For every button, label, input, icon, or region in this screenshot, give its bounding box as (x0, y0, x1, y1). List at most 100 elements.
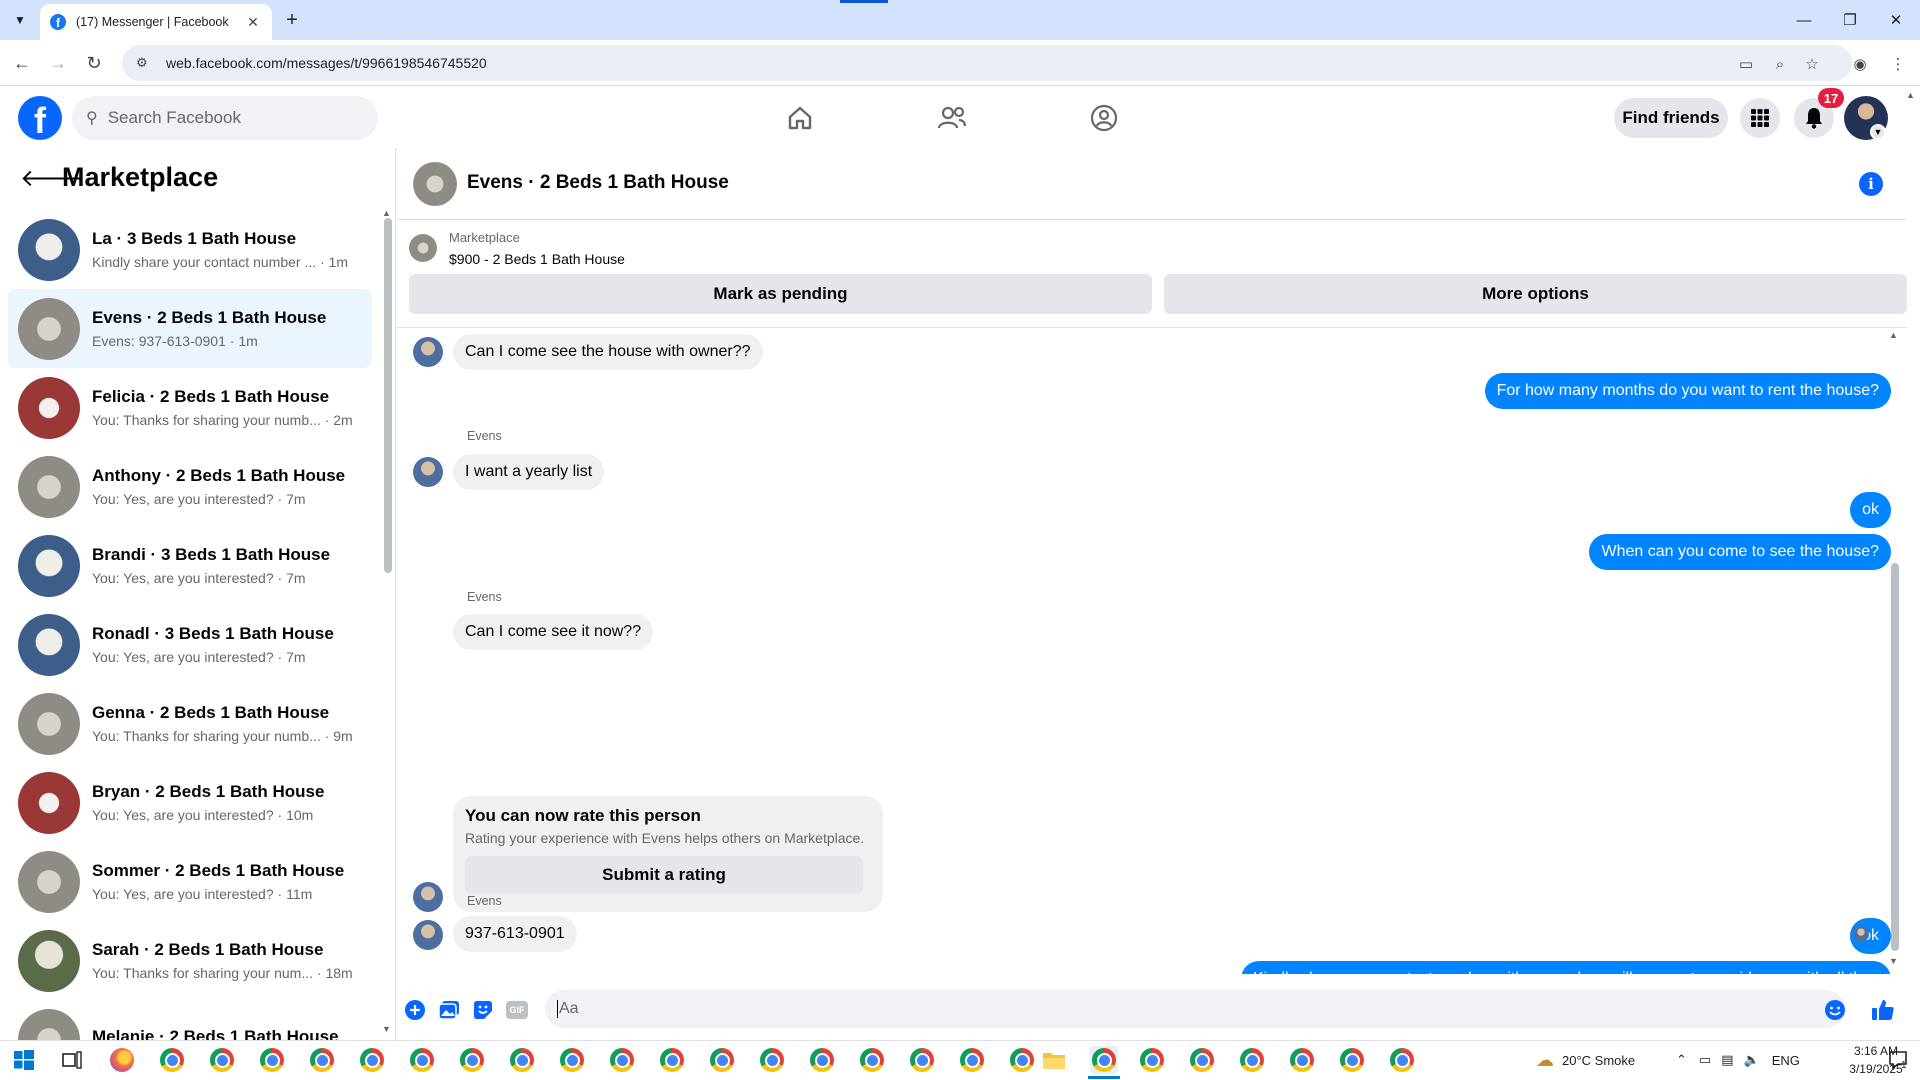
mark-as-pending-button[interactable]: Mark as pending (409, 274, 1152, 314)
chat-scroll-up-icon[interactable]: ▲ (1889, 330, 1898, 340)
search-input[interactable]: ⚲ Search Facebook (72, 96, 378, 140)
reload-icon[interactable]: ↻ (82, 51, 106, 75)
chrome-active-icon[interactable] (1090, 1046, 1118, 1074)
sidebar-scroll-down-icon[interactable]: ▼ (382, 1024, 391, 1034)
profile-icon[interactable]: ◉ (1848, 52, 1872, 76)
thumbs-up-icon[interactable] (1871, 998, 1895, 1022)
action-center-icon[interactable]: 1 (1884, 1046, 1912, 1074)
bookmark-star-icon[interactable]: ☆ (1800, 52, 1824, 76)
tray-overflow-chevron-icon[interactable]: ⌃ (1676, 1052, 1687, 1068)
conversation-item[interactable]: Sarah · 2 Beds 1 Bath House You: Thanks f… (8, 921, 372, 1000)
chrome-icon[interactable] (1188, 1046, 1216, 1074)
chrome-icon[interactable] (958, 1046, 986, 1074)
photo-icon[interactable] (437, 998, 461, 1022)
weather-widget[interactable]: ☁ 20°C Smoke (1536, 1040, 1635, 1080)
chrome-icon[interactable] (558, 1046, 586, 1074)
seen-receipt-avatar (1853, 926, 1869, 942)
zoom-icon[interactable]: ⌕ (1768, 52, 1792, 76)
chat-scroll-down-icon[interactable]: ▼ (1889, 956, 1898, 966)
friends-icon[interactable] (934, 100, 970, 136)
firefox-icon[interactable] (108, 1046, 136, 1074)
chrome-icon[interactable] (458, 1046, 486, 1074)
submit-rating-button[interactable]: Submit a rating (465, 856, 863, 894)
add-plus-icon[interactable] (403, 998, 427, 1022)
back-arrow-icon[interactable]: 🡐 (20, 163, 84, 193)
windows-start-icon[interactable] (10, 1046, 38, 1074)
chrome-icon[interactable] (1388, 1046, 1416, 1074)
conversation-item[interactable]: La · 3 Beds 1 Bath House Kindly share you… (8, 210, 372, 289)
message-input[interactable]: Aa (545, 990, 1845, 1028)
chrome-icon[interactable] (508, 1046, 536, 1074)
volume-icon[interactable]: 🔈 (1744, 1052, 1760, 1068)
gif-icon[interactable]: GIF (505, 998, 529, 1022)
chat-listing-thumbnail[interactable] (413, 162, 457, 206)
menu-grid-icon[interactable] (1740, 98, 1780, 138)
new-tab-button[interactable]: + (280, 8, 304, 32)
chrome-icon[interactable] (1338, 1046, 1366, 1074)
close-window-icon[interactable]: ✕ (1884, 8, 1908, 32)
sticker-icon[interactable] (471, 998, 495, 1022)
conversation-item[interactable]: Anthony · 2 Beds 1 Bath House You: Yes, a… (8, 447, 372, 526)
site-info-icon[interactable]: ⚙ (136, 55, 156, 71)
file-explorer-icon[interactable] (1040, 1046, 1068, 1074)
chrome-icon[interactable] (258, 1046, 286, 1074)
more-options-button[interactable]: More options (1164, 274, 1907, 314)
tab-close-icon[interactable]: ✕ (244, 14, 262, 31)
browser-tab-messenger[interactable]: f (17) Messenger | Facebook ✕ (40, 4, 272, 40)
emoji-icon[interactable] (1823, 998, 1847, 1022)
sidebar-scrollbar[interactable] (384, 218, 392, 573)
conversation-item[interactable]: Ronadl · 3 Beds 1 Bath House You: Yes, ar… (8, 605, 372, 684)
conversation-item[interactable]: Felicia · 2 Beds 1 Bath House You: Thanks… (8, 368, 372, 447)
network-icon[interactable]: ▤ (1721, 1052, 1733, 1068)
forward-icon[interactable]: → (46, 51, 70, 75)
chrome-icon[interactable] (858, 1046, 886, 1074)
groups-icon[interactable] (1086, 100, 1122, 136)
conversation-item-active[interactable]: Evens · 2 Beds 1 Bath House Evens: 937-61… (8, 289, 372, 368)
tab-search-chevron-icon[interactable]: ▼ (8, 8, 32, 32)
home-icon[interactable] (782, 100, 818, 136)
language-indicator[interactable]: ENG (1772, 1053, 1800, 1068)
sender-avatar[interactable] (413, 882, 443, 912)
facebook-logo-icon[interactable]: f (18, 96, 62, 140)
sidebar-scroll-up-icon[interactable]: ▲ (382, 208, 391, 218)
maximize-icon[interactable]: ❐ (1838, 8, 1862, 32)
chrome-icon[interactable] (1238, 1046, 1266, 1074)
chat-title[interactable]: Evens · 2 Beds 1 Bath House (467, 172, 729, 194)
sender-avatar[interactable] (413, 337, 443, 367)
chrome-icon[interactable] (658, 1046, 686, 1074)
chrome-icon[interactable] (308, 1046, 336, 1074)
conversation-item[interactable]: Melanie · 2 Beds 1 Bath House (8, 1000, 372, 1040)
chrome-icon[interactable] (1008, 1046, 1036, 1074)
chrome-icon[interactable] (358, 1046, 386, 1074)
address-bar[interactable]: ⚙ web.facebook.com/messages/t/9966198546… (122, 45, 1852, 81)
info-icon[interactable]: i (1859, 172, 1883, 196)
page-scroll-up-arrow-icon[interactable]: ▲ (1906, 90, 1915, 100)
task-view-icon[interactable] (58, 1046, 86, 1074)
chrome-icon[interactable] (608, 1046, 636, 1074)
sender-avatar[interactable] (413, 457, 443, 487)
conversation-item[interactable]: Bryan · 2 Beds 1 Bath House You: Yes, are… (8, 763, 372, 842)
account-chevron-down-icon[interactable]: ▼ (1870, 124, 1886, 140)
chrome-icon[interactable] (408, 1046, 436, 1074)
find-friends-button[interactable]: Find friends (1614, 98, 1728, 138)
chrome-icon[interactable] (208, 1046, 236, 1074)
chrome-icon[interactable] (708, 1046, 736, 1074)
meet-now-icon[interactable]: ▭ (1699, 1052, 1711, 1068)
sender-avatar[interactable] (413, 920, 443, 950)
chrome-icon[interactable] (1288, 1046, 1316, 1074)
minimize-icon[interactable]: — (1792, 8, 1816, 32)
browser-menu-icon[interactable]: ⋮ (1886, 52, 1910, 76)
install-app-icon[interactable]: ▭ (1734, 52, 1758, 76)
chrome-icon[interactable] (908, 1046, 936, 1074)
conversation-item[interactable]: Genna · 2 Beds 1 Bath House You: Thanks f… (8, 684, 372, 763)
chrome-icon[interactable] (758, 1046, 786, 1074)
chrome-icon[interactable] (158, 1046, 186, 1074)
url-text[interactable]: web.facebook.com/messages/t/996619854674… (166, 55, 487, 71)
listing-title[interactable]: $900 - 2 Beds 1 Bath House (449, 251, 625, 267)
conversation-item[interactable]: Brandi · 3 Beds 1 Bath House You: Yes, ar… (8, 526, 372, 605)
chrome-icon[interactable] (1138, 1046, 1166, 1074)
conversation-item[interactable]: Sommer · 2 Beds 1 Bath House You: Yes, ar… (8, 842, 372, 921)
chrome-icon[interactable] (808, 1046, 836, 1074)
back-icon[interactable]: ← (10, 51, 34, 75)
chat-scrollbar[interactable] (1891, 563, 1899, 951)
